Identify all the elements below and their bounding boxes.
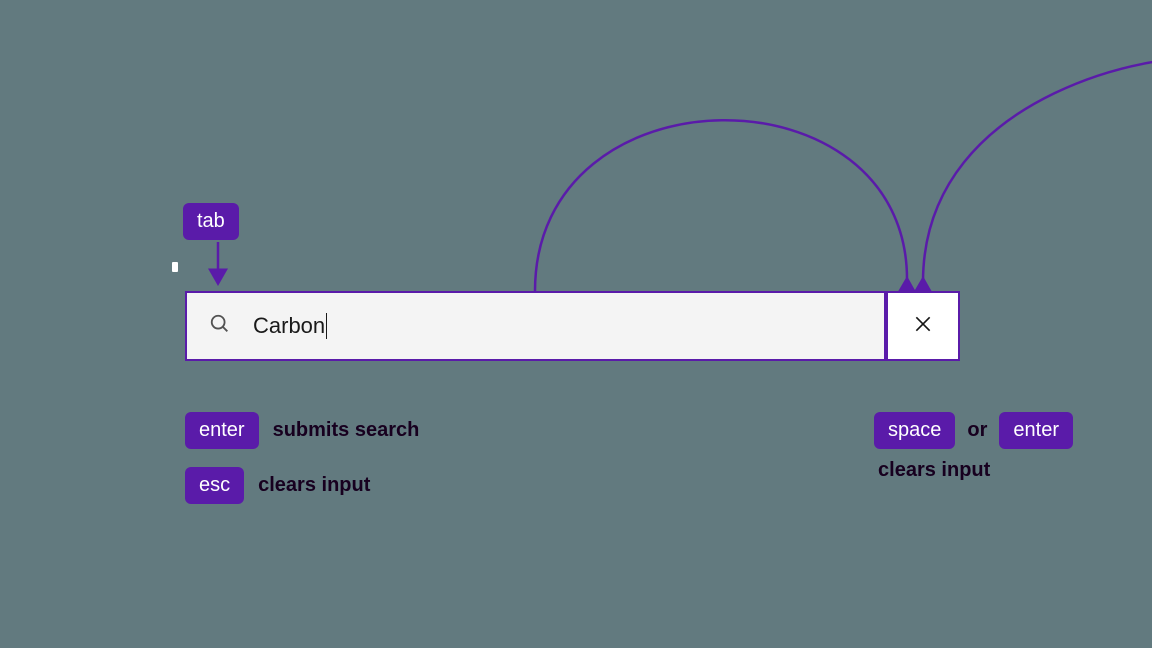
search-field[interactable]: Carbon [185,291,960,361]
search-input-area[interactable]: Carbon [187,293,884,359]
search-text-content: Carbon [253,313,325,339]
text-cursor [326,313,327,339]
search-input-value[interactable]: Carbon [253,313,327,339]
hint-row-space-enter: space or enter [874,412,1073,449]
enter-key-badge: enter [185,412,259,449]
clear-button-keyboard-hints: space or enter clears input [874,412,1073,482]
enter-key-badge-right: enter [999,412,1073,449]
tab-key-label: tab [197,210,225,232]
diagram-canvas: tab Carbon e [0,0,1152,648]
search-icon [209,313,231,340]
hint-row-esc: esc clears input [185,467,419,504]
hint-text-clears: clears input [258,474,370,497]
input-keyboard-hints: enter submits search esc clears input [185,412,419,522]
esc-key-badge: esc [185,467,244,504]
hint-separator-or: or [967,419,987,442]
clear-button[interactable] [884,293,958,359]
focus-marker [172,262,178,272]
space-key-badge: space [874,412,955,449]
hint-row-enter: enter submits search [185,412,419,449]
hint-text-submits: submits search [273,419,420,442]
tab-key-badge: tab [183,203,239,240]
hint-text-clears-input: clears input [874,459,1073,482]
close-icon [913,314,933,339]
